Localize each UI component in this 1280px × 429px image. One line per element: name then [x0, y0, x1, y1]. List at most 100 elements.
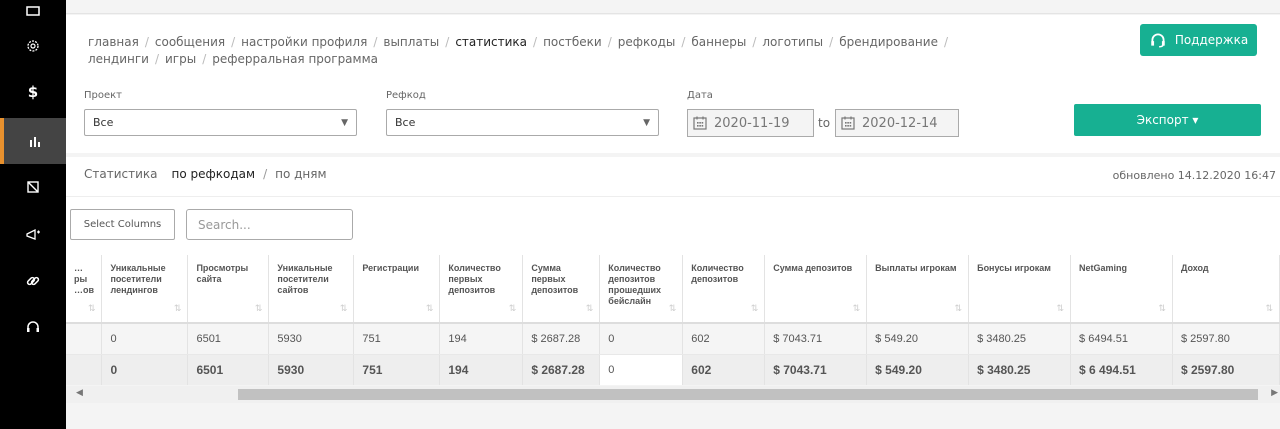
megaphone-icon: [26, 228, 40, 240]
table-cell: $ 2687.28: [522, 323, 601, 355]
table-tools: Select Columns: [66, 197, 1280, 255]
sort-icon[interactable]: ⇅: [88, 303, 96, 314]
sort-icon[interactable]: ⇅: [955, 303, 963, 314]
sort-icon[interactable]: ⇅: [751, 303, 759, 314]
breadcrumb-item[interactable]: выплаты: [383, 35, 439, 49]
table-total-cell: 6501: [187, 354, 270, 385]
date-from-input[interactable]: 2020-11-19: [687, 109, 814, 137]
column-header-label: Уникальные посетители сайтов: [277, 263, 333, 295]
refcode-select[interactable]: Все ▼: [386, 109, 659, 136]
breadcrumb-separator: /: [445, 35, 450, 49]
sort-icon[interactable]: ⇅: [509, 303, 517, 314]
table-column-header[interactable]: Выплаты игрокам ⇅: [866, 255, 970, 324]
sort-icon[interactable]: ⇅: [1158, 303, 1166, 314]
breadcrumb-item[interactable]: игры: [165, 52, 196, 66]
breadcrumb-separator: /: [829, 35, 834, 49]
stats-view-bar: Статистика по рефкодам / по дням обновлено …: [66, 157, 1280, 197]
table-cell: $ 2597.80: [1172, 323, 1280, 355]
sort-icon[interactable]: ⇅: [255, 303, 263, 314]
sidebar-item-banners[interactable]: [0, 164, 66, 210]
sidebar-item-promo[interactable]: [0, 212, 66, 258]
sidebar-item-links[interactable]: [0, 258, 66, 304]
sidebar-item-support[interactable]: [0, 304, 66, 350]
calendar-icon: [841, 116, 855, 130]
table-total-cell: $ 2597.80: [1172, 354, 1280, 385]
updated-timestamp: обновлено 14.12.2020 16:47: [1112, 169, 1276, 182]
scroll-right-icon[interactable]: ▶: [1271, 388, 1278, 398]
date-to-value: 2020-12-14: [862, 115, 938, 131]
sort-icon[interactable]: ⇅: [853, 303, 861, 314]
breadcrumb-item[interactable]: логотипы: [762, 35, 823, 49]
sidebar-item-payouts[interactable]: $: [0, 69, 66, 115]
support-button[interactable]: Поддержка: [1140, 24, 1257, 56]
table-column-header[interactable]: …ры …ов ⇅: [66, 255, 103, 324]
table-total-cell: 5930: [268, 354, 355, 385]
sort-icon[interactable]: ⇅: [669, 303, 677, 314]
stats-title: Статистика: [84, 167, 158, 181]
table-total-cell: 0: [101, 354, 189, 385]
table-cell: 751: [353, 323, 441, 355]
table-column-header[interactable]: Количество первых депозитов ⇅: [439, 255, 524, 324]
breadcrumb-item[interactable]: сообщения: [155, 35, 225, 49]
table-total-cell: $ 7043.71: [764, 354, 868, 385]
breadcrumb-item[interactable]: постбеки: [543, 35, 602, 49]
breadcrumb-item[interactable]: брендирование: [839, 35, 938, 49]
table-column-header[interactable]: Регистрации ⇅: [353, 255, 441, 324]
sort-icon[interactable]: ⇅: [340, 303, 348, 314]
date-to-input[interactable]: 2020-12-14: [835, 109, 959, 137]
project-select[interactable]: Все ▼: [84, 109, 357, 136]
scrollbar-thumb[interactable]: [238, 389, 1258, 400]
support-button-label: Поддержка: [1174, 33, 1249, 47]
square-icon: [26, 6, 40, 16]
sidebar-item-statistics[interactable]: [0, 118, 66, 164]
table-header-row: …ры …ов ⇅ Уникальные посетители лендингов ⇅…: [66, 255, 1280, 324]
stats-table-container: …ры …ов ⇅ Уникальные посетители лендингов ⇅…: [66, 255, 1280, 385]
dollar-icon: $: [27, 83, 39, 101]
column-header-label: Регистрации: [362, 263, 419, 273]
table-cell: 6501: [187, 323, 270, 355]
breadcrumb-item[interactable]: главная: [88, 35, 139, 49]
table-column-header[interactable]: Уникальные посетители сайтов ⇅: [268, 255, 355, 324]
breadcrumb-separator: /: [202, 52, 207, 66]
table-column-header[interactable]: Количество депозитов прошедших бейслайн ⇅: [599, 255, 684, 324]
select-columns-button[interactable]: Select Columns: [70, 209, 175, 240]
table-column-header[interactable]: Количество депозитов ⇅: [682, 255, 766, 324]
tab-by-days[interactable]: по дням: [275, 167, 326, 181]
table-column-header[interactable]: Просмотры сайта ⇅: [187, 255, 270, 324]
sort-icon[interactable]: ⇅: [1056, 303, 1064, 314]
table-column-header[interactable]: Бонусы игрокам ⇅: [968, 255, 1072, 324]
column-header-label: Сумма первых депозитов: [531, 263, 579, 295]
table-column-header[interactable]: Уникальные посетители лендингов ⇅: [101, 255, 189, 324]
breadcrumb-item[interactable]: лендинги: [88, 52, 149, 66]
search-input[interactable]: [186, 209, 353, 240]
table-cell: [66, 323, 103, 355]
stats-table: …ры …ов ⇅ Уникальные посетители лендингов ⇅…: [66, 255, 1280, 385]
table-column-header[interactable]: Сумма депозитов ⇅: [764, 255, 868, 324]
sort-icon[interactable]: ⇅: [174, 303, 182, 314]
breadcrumb-separator: /: [681, 35, 686, 49]
sort-icon[interactable]: ⇅: [586, 303, 594, 314]
export-button[interactable]: Экспорт ▾: [1074, 104, 1261, 136]
table-total-cell: 751: [353, 354, 441, 385]
breadcrumb-item[interactable]: баннеры: [691, 35, 746, 49]
header-panel: главная / сообщения / настройки профиля / выпл…: [66, 15, 1280, 153]
column-header-label: Уникальные посетители лендингов: [110, 263, 166, 295]
sidebar-item-settings[interactable]: [0, 23, 66, 69]
breadcrumb-item[interactable]: реферральная программа: [212, 52, 378, 66]
column-header-label: Количество первых депозитов: [448, 263, 501, 295]
table-column-header[interactable]: Доход ⇅: [1172, 255, 1280, 324]
sort-icon[interactable]: ⇅: [426, 303, 434, 314]
table-column-header[interactable]: Сумма первых депозитов ⇅: [522, 255, 601, 324]
breadcrumb-item[interactable]: статистика: [455, 35, 527, 49]
tab-by-refcodes[interactable]: по рефкодам: [172, 167, 256, 181]
scroll-left-icon[interactable]: ◀: [76, 388, 83, 398]
sort-icon[interactable]: ⇅: [1265, 303, 1273, 314]
column-header-label: Количество депозитов прошедших бейслайн: [608, 263, 661, 306]
refcode-filter-label: Рефкод: [386, 90, 426, 101]
breadcrumb-item[interactable]: рефкоды: [618, 35, 676, 49]
table-column-header[interactable]: NetGaming ⇅: [1070, 255, 1173, 324]
breadcrumb-item[interactable]: настройки профиля: [241, 35, 367, 49]
breadcrumb-separator: /: [144, 35, 149, 49]
link-icon: [26, 276, 40, 286]
horizontal-scrollbar[interactable]: ◀ ▶: [66, 386, 1280, 403]
